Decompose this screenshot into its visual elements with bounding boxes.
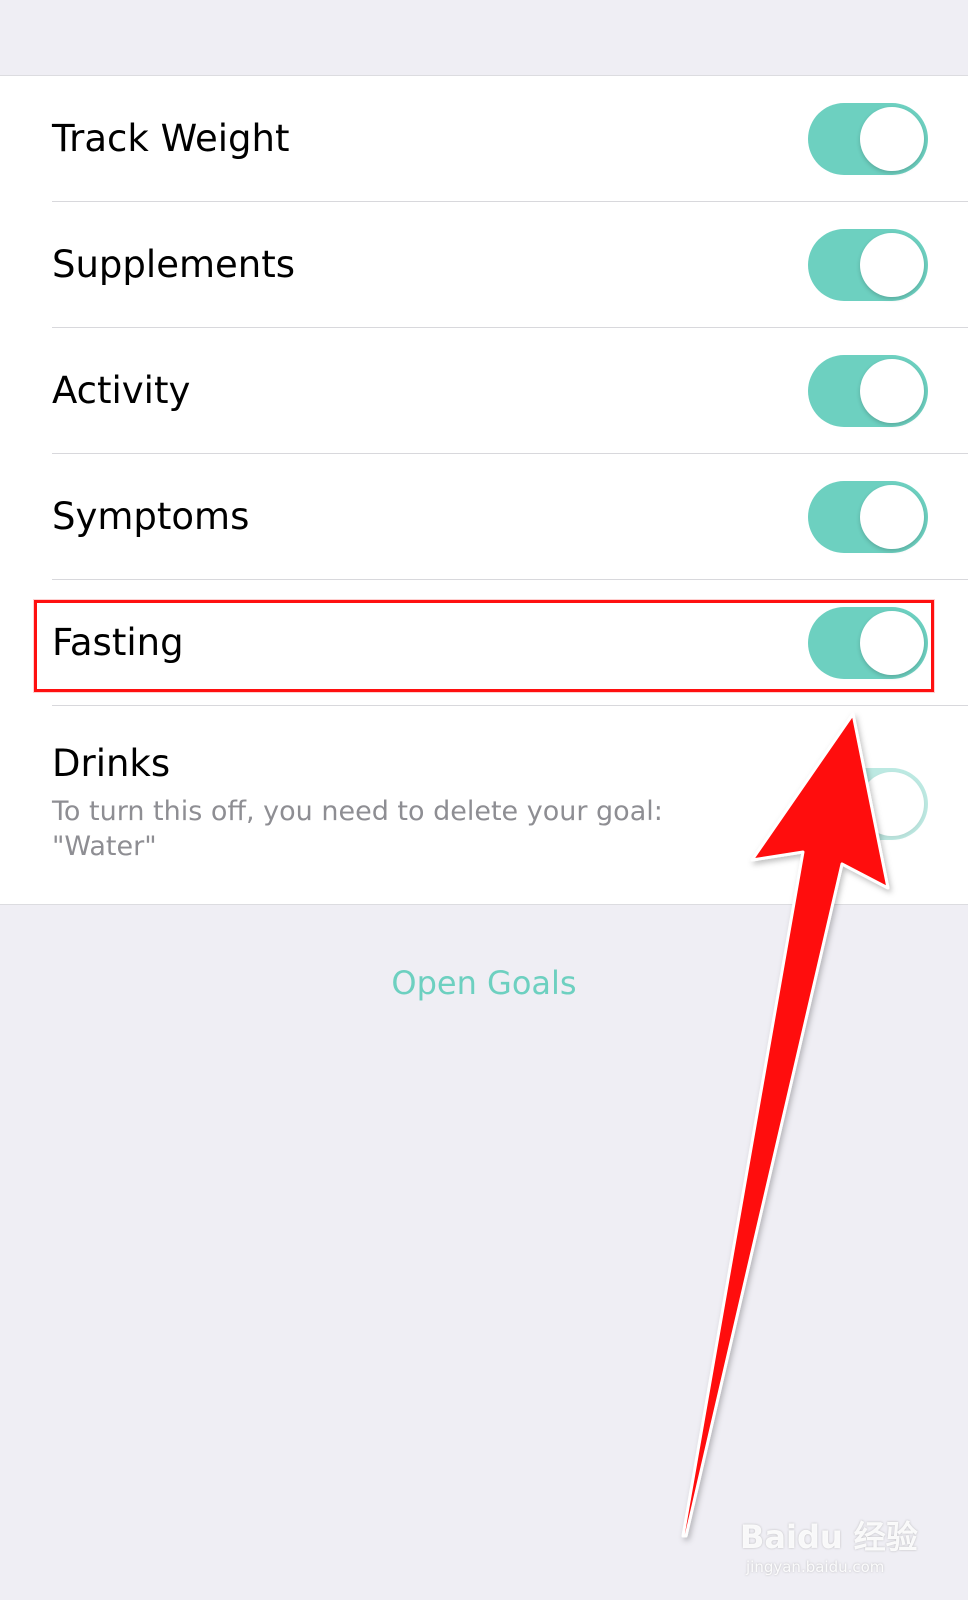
track-weight-label: Track Weight <box>52 117 290 160</box>
settings-row-drinks: Drinks To turn this off, you need to del… <box>0 706 968 904</box>
symptoms-toggle[interactable] <box>808 481 928 553</box>
fasting-toggle[interactable] <box>808 607 928 679</box>
settings-row-symptoms: Symptoms <box>0 454 968 580</box>
settings-row-fasting: Fasting <box>0 580 968 706</box>
toggle-knob <box>860 359 924 423</box>
toggle-knob <box>860 233 924 297</box>
drinks-note: To turn this off, you need to delete you… <box>52 796 663 862</box>
watermark-brand: Baidu 经验 <box>740 1518 918 1556</box>
activity-label: Activity <box>52 369 191 412</box>
toggle-knob <box>860 485 924 549</box>
supplements-label: Supplements <box>52 243 295 286</box>
settings-row-track-weight: Track Weight <box>0 76 968 202</box>
settings-list: Track Weight Supplements Activity Sympto… <box>0 75 968 905</box>
drinks-label: Drinks <box>52 742 171 785</box>
watermark: Baidu 经验 jingyan.baidu.com <box>740 1512 940 1582</box>
toggle-knob <box>860 611 924 675</box>
toggle-knob <box>860 107 924 171</box>
drinks-toggle[interactable] <box>808 768 928 840</box>
watermark-url: jingyan.baidu.com <box>746 1558 885 1576</box>
supplements-toggle[interactable] <box>808 229 928 301</box>
settings-row-supplements: Supplements <box>0 202 968 328</box>
fasting-label: Fasting <box>52 621 184 664</box>
activity-toggle[interactable] <box>808 355 928 427</box>
track-weight-toggle[interactable] <box>808 103 928 175</box>
open-goals-button[interactable]: Open Goals <box>0 964 968 1002</box>
settings-row-activity: Activity <box>0 328 968 454</box>
toggle-knob <box>860 772 924 836</box>
symptoms-label: Symptoms <box>52 495 250 538</box>
